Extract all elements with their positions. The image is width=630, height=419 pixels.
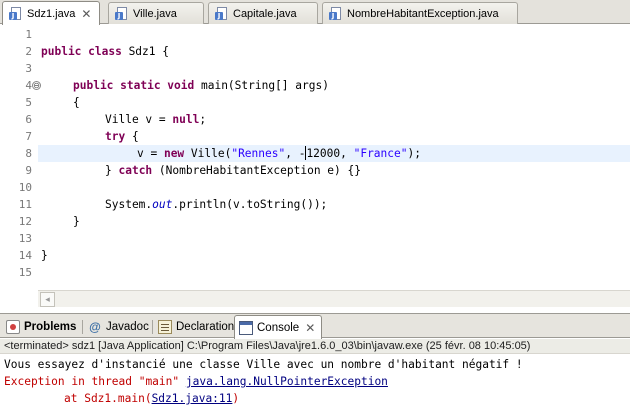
declaration-icon — [158, 320, 172, 334]
bottom-views-panel: Problems @ Javadoc Declaration Console ✕… — [0, 313, 630, 419]
java-file-icon: J — [329, 6, 343, 21]
code-text-area[interactable]: public class Sdz1 { public static void m… — [38, 25, 630, 290]
console-status-line: <terminated> sdz1 [Java Application] C:\… — [0, 339, 630, 354]
tab-declaration[interactable]: Declaration — [154, 316, 240, 338]
line-number: 4 — [25, 79, 32, 92]
tab-nombrehabitantexception-java[interactable]: J NombreHabitantException.java — [322, 2, 518, 24]
line-number: 13 — [18, 232, 32, 245]
tab-label: Sdz1.java — [27, 7, 76, 20]
tab-label: Javadoc — [106, 321, 149, 333]
code-line: } catch (NombreHabitantException e) {} — [105, 164, 361, 177]
java-file-icon: J — [215, 6, 229, 21]
code-line: } — [41, 249, 48, 262]
overview-ruler — [0, 25, 14, 307]
console-error-line: Exception in thread "main" java.lang.Nul… — [4, 375, 388, 388]
code-editor[interactable]: 1 2 3 4 ⊖ 5 6 7 8 9 10 11 12 13 14 15 pu… — [0, 25, 630, 307]
line-number: 8 — [25, 147, 32, 160]
tab-label: Ville.java — [133, 7, 177, 20]
tab-label: Capitale.java — [233, 7, 297, 20]
line-number: 10 — [18, 181, 32, 194]
close-icon[interactable]: ✕ — [305, 321, 315, 335]
stacktrace-link[interactable]: Sdz1.java:11 — [152, 392, 233, 405]
exception-link[interactable]: java.lang.NullPointerException — [186, 375, 388, 388]
code-line: try { — [105, 130, 139, 143]
editor-tab-bar: J Sdz1.java ✕ J Ville.java J Capitale.ja… — [0, 0, 630, 25]
line-number: 1 — [25, 28, 32, 41]
code-line: public static void main(String[] args) — [73, 79, 329, 92]
tab-javadoc[interactable]: @ Javadoc — [84, 316, 155, 338]
line-number: 14 — [18, 249, 32, 262]
javadoc-icon: @ — [89, 320, 101, 334]
tab-label: Declaration — [176, 321, 235, 333]
line-number-gutter: 1 2 3 4 ⊖ 5 6 7 8 9 10 11 12 13 14 15 — [14, 25, 41, 307]
line-number: 12 — [18, 215, 32, 228]
view-tab-bar: Problems @ Javadoc Declaration Console ✕ — [0, 314, 630, 339]
tab-problems[interactable]: Problems — [2, 316, 82, 338]
tab-label: Problems — [24, 321, 77, 333]
tab-separator — [152, 320, 153, 334]
line-number: 7 — [25, 130, 32, 143]
java-file-icon: J — [115, 6, 129, 21]
console-error-line: at Sdz1.main(Sdz1.java:11) — [64, 392, 240, 405]
tab-label: Console — [257, 321, 300, 334]
code-line: public class Sdz1 { — [41, 45, 169, 58]
code-line: System.out.println(v.toString()); — [105, 198, 328, 211]
problems-icon — [6, 320, 20, 334]
java-file-icon: J — [9, 6, 23, 21]
line-number: 5 — [25, 96, 32, 109]
line-number: 11 — [18, 198, 32, 211]
tab-separator — [82, 320, 83, 334]
line-number: 9 — [25, 164, 32, 177]
tab-label: NombreHabitantException.java — [347, 7, 499, 20]
console-icon — [239, 320, 253, 335]
scroll-left-icon[interactable]: ◂ — [40, 292, 55, 307]
line-number: 3 — [25, 62, 32, 75]
tab-ville-java[interactable]: J Ville.java — [108, 2, 204, 24]
code-line: } — [73, 215, 80, 228]
code-line: { — [73, 96, 80, 109]
tab-sdz1-java[interactable]: J Sdz1.java ✕ — [2, 1, 100, 25]
code-line: Ville v = null; — [105, 113, 207, 126]
horizontal-scrollbar[interactable]: ◂ — [38, 290, 630, 307]
tab-capitale-java[interactable]: J Capitale.java — [208, 2, 318, 24]
current-code-line: v = new Ville("Rennes", -12000, "France"… — [38, 145, 630, 162]
tab-console[interactable]: Console ✕ — [234, 315, 323, 339]
close-icon[interactable]: ✕ — [81, 7, 91, 21]
line-number: 2 — [25, 45, 32, 58]
line-number: 6 — [25, 113, 32, 126]
console-output[interactable]: Vous essayez d'instancié une classe Vill… — [0, 355, 630, 419]
console-line: Vous essayez d'instancié une classe Vill… — [4, 358, 523, 371]
line-number: 15 — [18, 266, 32, 279]
